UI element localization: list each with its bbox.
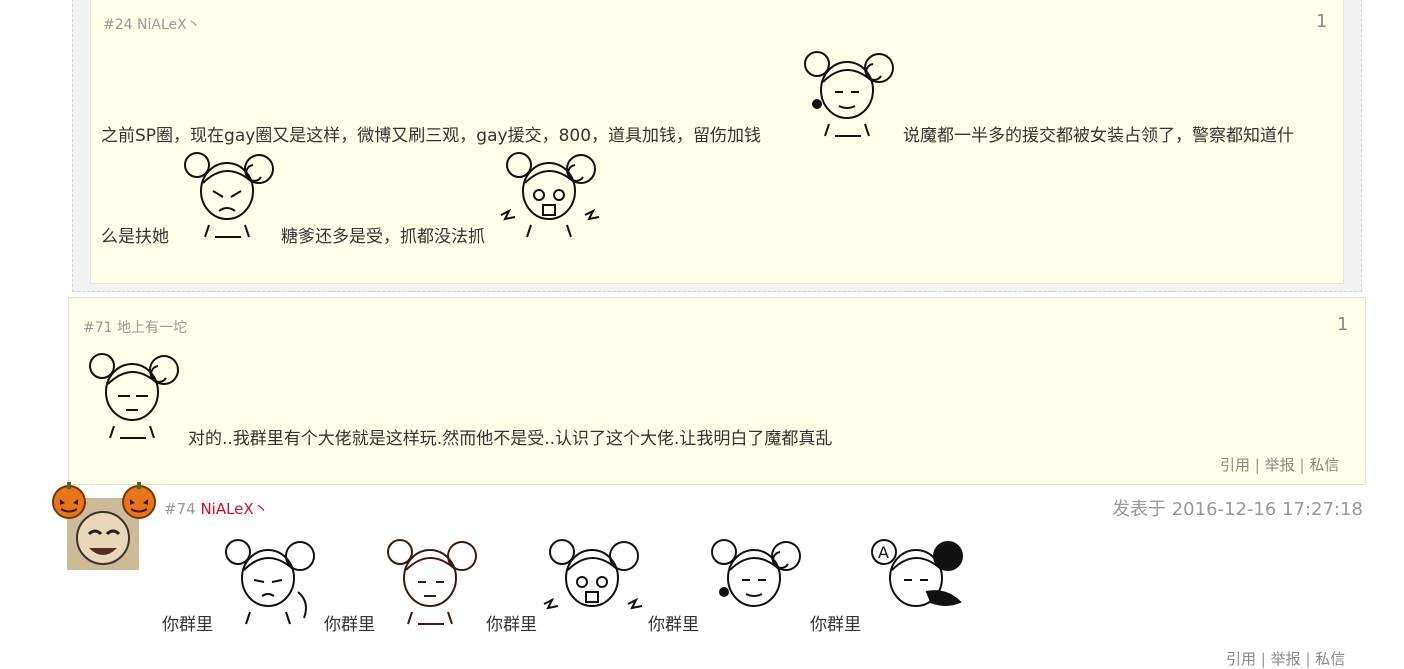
separator: |	[1299, 456, 1305, 474]
gintama-emoji-icon	[175, 145, 281, 239]
gintama-emoji-icon	[497, 145, 603, 239]
report-link[interactable]: 举报	[1271, 650, 1301, 668]
post-date: 发表于 2016-12-16 17:27:18	[1112, 499, 1363, 520]
post-text-segment: 你群里	[810, 615, 861, 635]
like-count: 1	[1337, 314, 1349, 335]
floor-number: #74	[164, 500, 196, 518]
post-text-segment: 你群里	[486, 615, 537, 635]
gintama-emoji-icon	[795, 44, 901, 138]
author-name[interactable]: NiALeX丶	[137, 17, 201, 33]
post-text-segment: 你群里	[648, 615, 699, 635]
post-actions: 引用 | 举报 | 私信	[1226, 648, 1345, 669]
quote-text-line2b: 糖爹还多是受，抓都没法抓	[281, 227, 485, 247]
gintama-emoji-icon	[378, 532, 484, 626]
separator: |	[1305, 650, 1311, 668]
quote-link[interactable]: 引用	[1226, 650, 1256, 668]
reply-floor-meta: #71 地上有一坨	[83, 317, 187, 337]
separator: |	[1254, 456, 1260, 474]
reply-post	[68, 297, 1366, 485]
pumpkin-icon	[50, 481, 88, 519]
gintama-emoji-icon	[540, 532, 646, 626]
post-text-segment: 你群里	[162, 615, 213, 635]
gintama-emoji-icon	[80, 346, 186, 440]
floor-number: #71	[83, 320, 113, 336]
svg-text:A: A	[878, 543, 889, 562]
report-link[interactable]: 举报	[1265, 456, 1295, 474]
floor-number: #24	[103, 17, 133, 33]
message-link[interactable]: 私信	[1315, 650, 1345, 668]
gintama-emoji-icon	[702, 532, 808, 626]
pumpkin-icon	[120, 481, 158, 519]
reply-text: 对的..我群里有个大佬就是这样玩.然而他不是受..认识了这个大佬.让我明白了魔都…	[188, 429, 833, 449]
message-link[interactable]: 私信	[1309, 456, 1339, 474]
quote-text-line1: 之前SP圈，现在gay圈又是这样，微博又刷三观，gay援交，800，道具加钱，留…	[101, 126, 762, 146]
quote-text-line1b: 说魔都一半多的援交都被女装占领了，警察都知道什	[903, 126, 1294, 146]
quote-text-line2a: 么是扶她	[101, 227, 169, 247]
author-name[interactable]: 地上有一坨	[117, 320, 187, 336]
author-name[interactable]: NiALeX丶	[200, 500, 268, 518]
post-actions: 引用 | 举报 | 私信	[1220, 454, 1339, 475]
quote-link[interactable]: 引用	[1220, 456, 1250, 474]
separator: |	[1260, 650, 1266, 668]
post-text-segment: 你群里	[324, 615, 375, 635]
quote-floor-meta: #24 NiALeX丶	[103, 14, 201, 34]
gintama-emoji-icon	[216, 532, 322, 626]
like-count: 1	[1316, 11, 1328, 32]
post-floor-meta: #74 NiALeX丶	[164, 498, 269, 519]
gintama-emoji-icon: A	[864, 532, 970, 626]
